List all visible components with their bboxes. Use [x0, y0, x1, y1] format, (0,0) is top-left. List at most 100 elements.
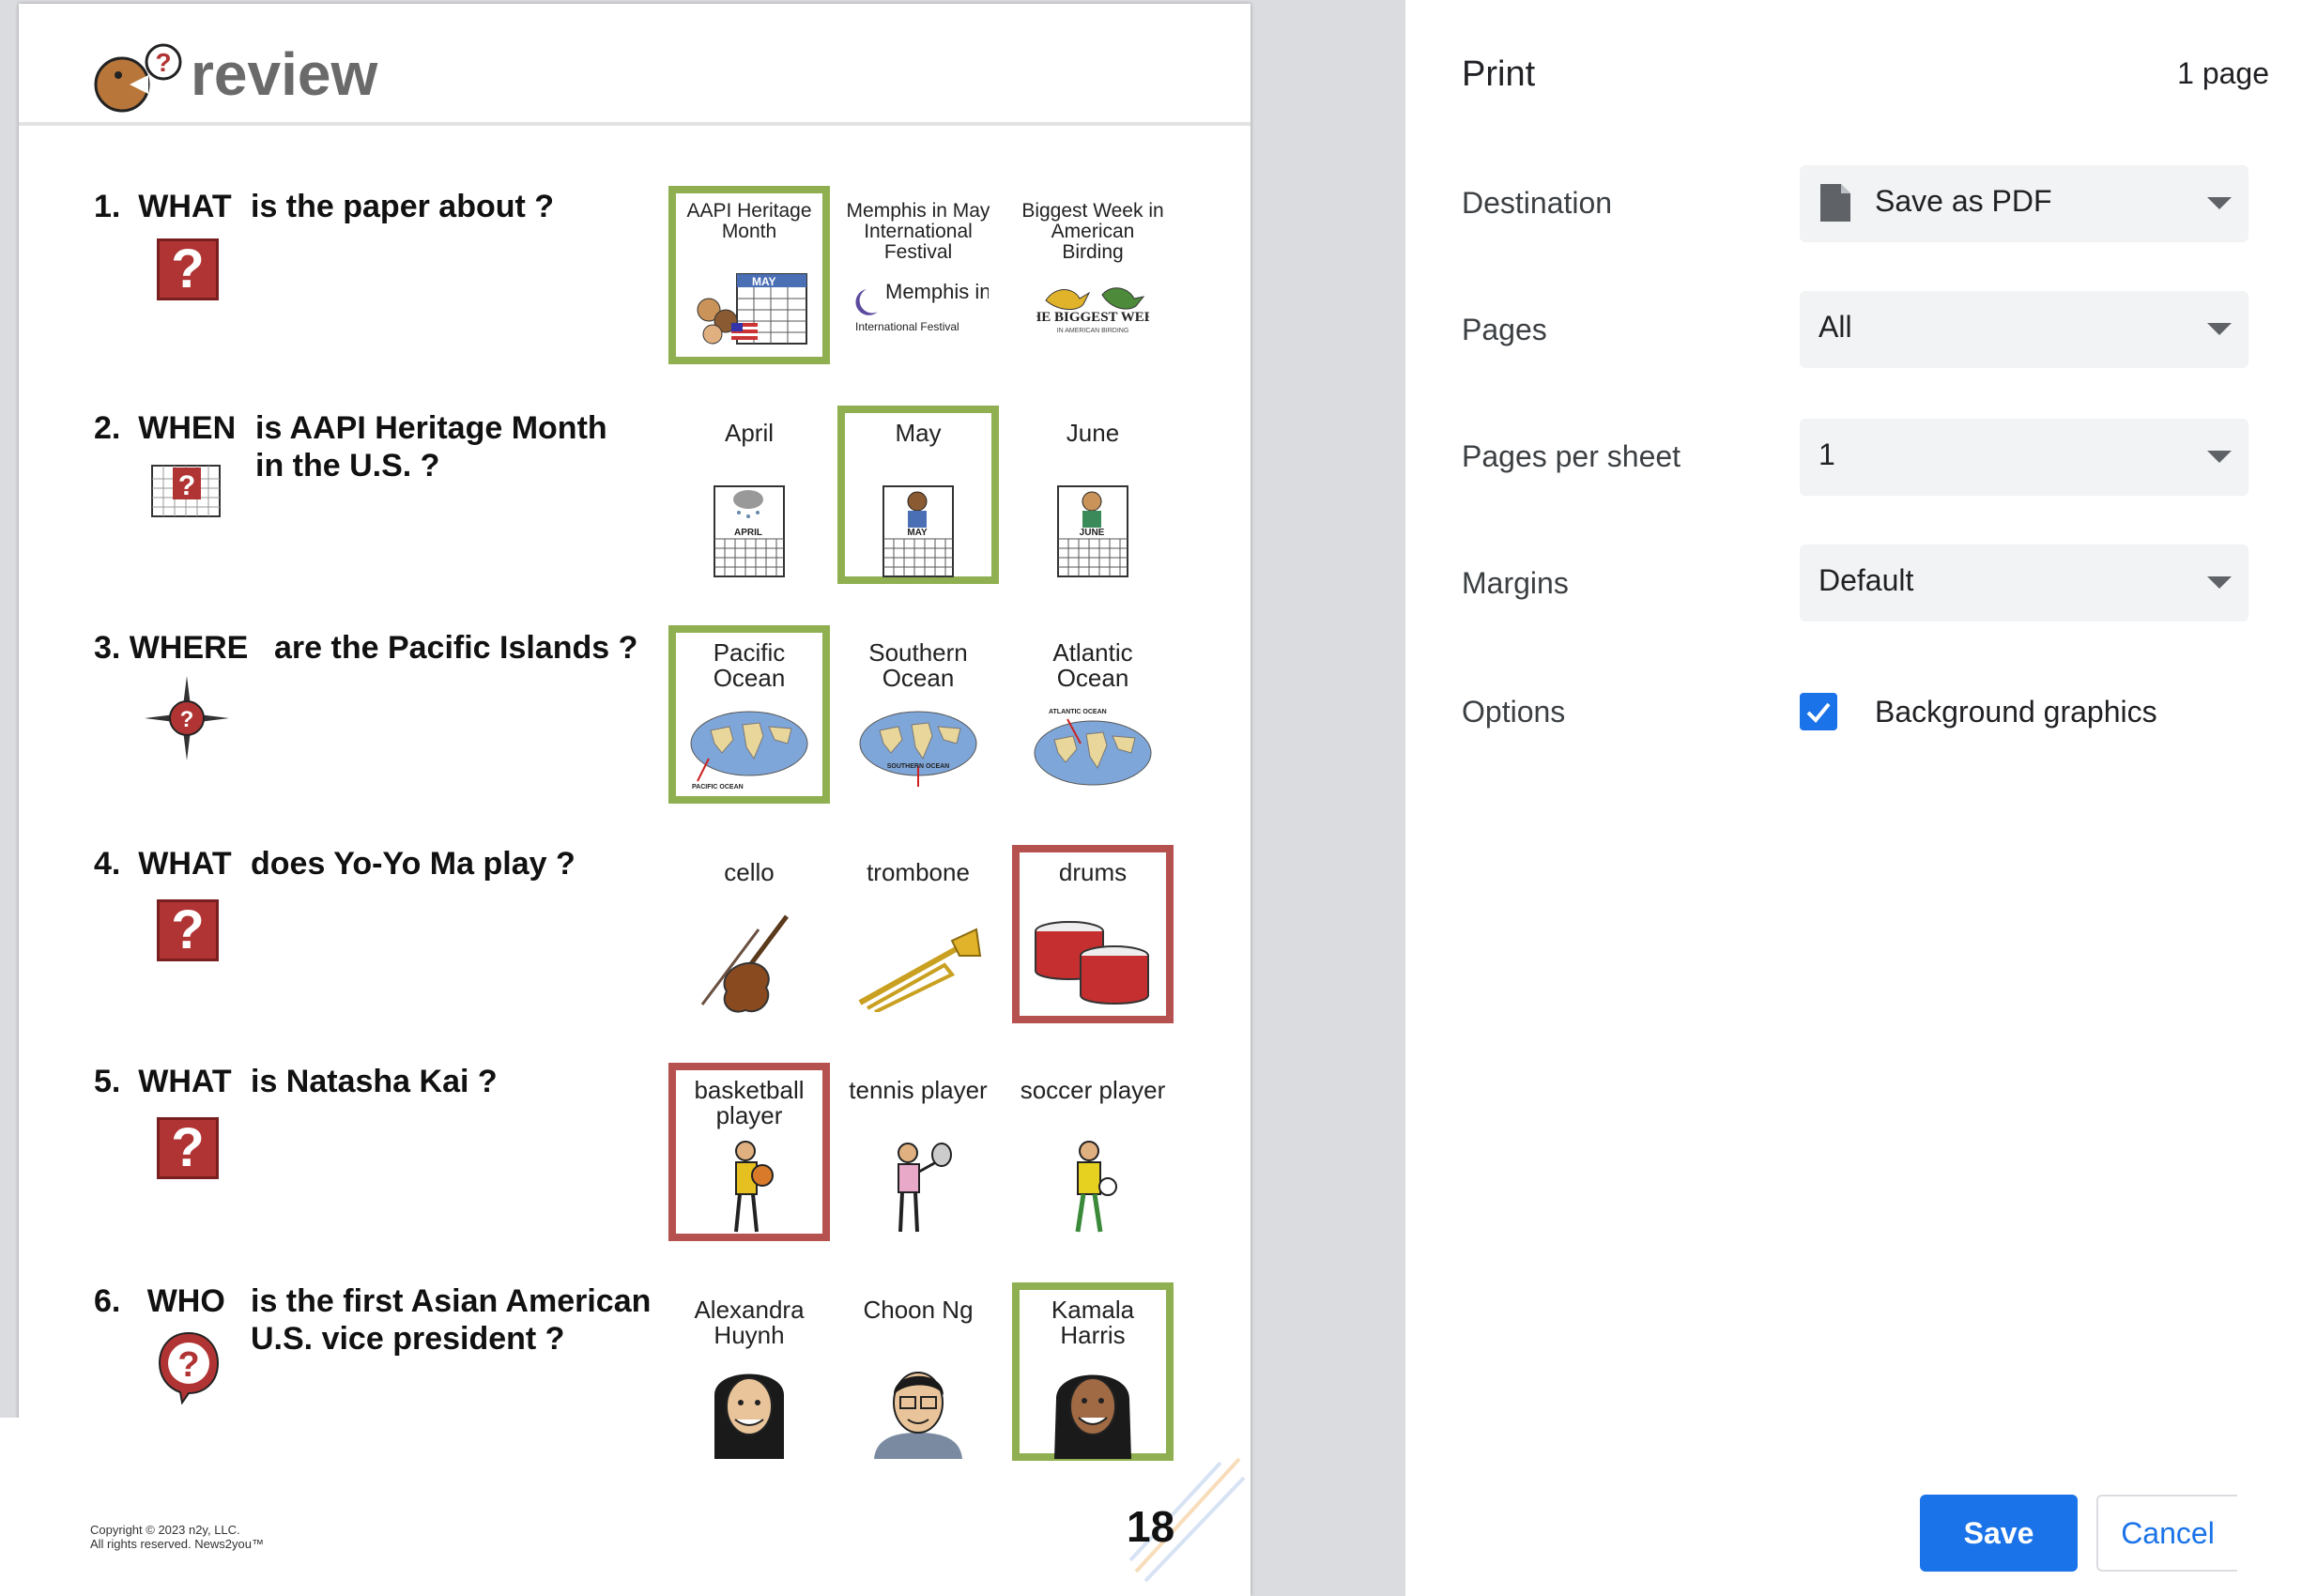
- svg-text:?: ?: [180, 707, 194, 732]
- print-preview-area: ? review 1. WHAT is the paper about ? ? …: [0, 0, 1405, 1596]
- question-1-word: 1. WHAT: [94, 189, 232, 224]
- world-map-southern-icon: SOUTHERN OCEAN: [859, 711, 977, 787]
- option-biggest-week: Biggest Week in American Birding THE BIG…: [1012, 186, 1174, 364]
- options-label: Options: [1462, 695, 1566, 729]
- svg-text:MAY: MAY: [907, 528, 928, 538]
- copyright-notice: Copyright © 2023 n2y, LLC. All rights re…: [90, 1523, 264, 1551]
- file-icon: [1820, 184, 1850, 222]
- calendar-may-icon: MAY: [882, 485, 954, 577]
- kamala-harris-portrait: [1054, 1374, 1131, 1459]
- dropdown-caret-icon: [2207, 323, 2232, 335]
- checkmark-icon: [1806, 702, 1831, 723]
- svg-text:MAY: MAY: [752, 275, 776, 288]
- option-aapi-heritage-month: AAPI Heritage Month MAY: [668, 186, 830, 364]
- question-3-text: are the Pacific Islands ?: [274, 630, 638, 666]
- print-settings-panel: Print 1 page Destination Save as PDF Pag…: [1405, 0, 2302, 1596]
- compass-question-icon: ?: [145, 676, 229, 760]
- question-mark-icon: ?: [157, 1117, 219, 1179]
- option-drums: drums: [1012, 845, 1174, 1023]
- question-2-word: 2. WHEN: [94, 410, 237, 446]
- svg-text:JUNE: JUNE: [1080, 528, 1105, 538]
- tennis-player-icon: [898, 1143, 952, 1233]
- calendar-april-icon: APRIL: [714, 485, 785, 577]
- calendar-heritage-icon: MAY: [697, 273, 807, 345]
- option-basketball-player: basketball player: [668, 1063, 830, 1241]
- option-choon-ng: Choon Ng: [837, 1282, 999, 1461]
- question-4-word: 4. WHAT: [94, 846, 232, 882]
- choon-ng-portrait: [874, 1372, 962, 1459]
- option-may: May MAY: [837, 406, 999, 584]
- option-southern-ocean: Southern Ocean SOUTHERN OCEAN: [837, 625, 999, 804]
- pages-per-sheet-label: Pages per sheet: [1462, 439, 1681, 473]
- memphis-logo-icon: Memphis in May International Festival: [853, 280, 989, 333]
- dropdown-caret-icon: [2207, 576, 2232, 589]
- pages-select[interactable]: All: [1800, 291, 2248, 368]
- world-map-pacific-icon: PACIFIC OCEAN: [690, 711, 808, 790]
- calendar-june-icon: JUNE: [1057, 485, 1128, 577]
- page-number: 18: [1127, 1502, 1175, 1551]
- pages-label: Pages: [1462, 313, 1547, 346]
- svg-text:PACIFIC OCEAN: PACIFIC OCEAN: [692, 784, 744, 790]
- cancel-button[interactable]: Cancel: [2096, 1495, 2237, 1572]
- option-tennis-player: tennis player: [837, 1063, 999, 1241]
- question-6-word: 6. WHO: [94, 1283, 225, 1319]
- svg-text:?: ?: [155, 48, 171, 77]
- question-mark-icon: ?: [157, 238, 219, 300]
- svg-text:?: ?: [178, 470, 195, 501]
- option-memphis-in-may: Memphis in May International Festival Me…: [837, 186, 999, 364]
- destination-select[interactable]: Save as PDF: [1800, 165, 2248, 242]
- option-atlantic-ocean: Atlantic Ocean ATLANTIC OCEAN: [1012, 625, 1174, 804]
- worksheet-page: ? review 1. WHAT is the paper about ? ? …: [19, 4, 1251, 1596]
- svg-text:IN AMERICAN BIRDING: IN AMERICAN BIRDING: [1057, 328, 1129, 334]
- page-count: 1 page: [2177, 56, 2269, 90]
- margins-select[interactable]: Default: [1800, 545, 2248, 622]
- destination-value: Save as PDF: [1875, 184, 2052, 218]
- svg-text:International Festival: International Festival: [855, 320, 959, 333]
- speech-face-icon: ?: [94, 43, 182, 113]
- birding-logo-icon: THE BIGGEST WEEK IN AMERICAN BIRDING: [1036, 287, 1149, 334]
- option-soccer-player: soccer player: [1012, 1063, 1174, 1241]
- background-graphics-checkbox[interactable]: [1800, 693, 1837, 730]
- svg-text:?: ?: [177, 1345, 199, 1385]
- svg-text:ATLANTIC OCEAN: ATLANTIC OCEAN: [1049, 709, 1107, 715]
- svg-text:APRIL: APRIL: [734, 528, 762, 538]
- trombone-icon: [858, 928, 982, 1012]
- calendar-question-icon: ?: [151, 465, 221, 517]
- preview-edge: [0, 1418, 19, 1596]
- soccer-player-icon: [1075, 1141, 1117, 1233]
- question-1-text: is the paper about ?: [251, 189, 555, 224]
- option-june: June JUNE: [1012, 406, 1174, 584]
- svg-text:THE BIGGEST WEEK: THE BIGGEST WEEK: [1036, 310, 1149, 325]
- option-alexandra-huynh: Alexandra Huynh: [668, 1282, 830, 1461]
- basketball-player-icon: [734, 1141, 774, 1233]
- svg-text:Memphis in May: Memphis in May: [885, 280, 989, 303]
- worksheet-title: review: [191, 40, 378, 108]
- svg-text:SOUTHERN OCEAN: SOUTHERN OCEAN: [887, 763, 950, 770]
- option-cello: cello: [668, 845, 830, 1023]
- worksheet-header: ? review: [19, 4, 1251, 126]
- pages-value: All: [1819, 310, 1852, 344]
- pages-per-sheet-select[interactable]: 1: [1800, 419, 2248, 496]
- alexandra-huynh-portrait: [714, 1373, 784, 1459]
- speech-question-icon: ?: [158, 1331, 220, 1404]
- question-5-text: is Natasha Kai ?: [251, 1064, 498, 1099]
- world-map-atlantic-icon: ATLANTIC OCEAN: [1034, 709, 1152, 786]
- option-kamala-harris: Kamala Harris: [1012, 1282, 1174, 1461]
- dropdown-caret-icon: [2207, 197, 2232, 209]
- question-5-word: 5. WHAT: [94, 1064, 232, 1099]
- save-button[interactable]: Save: [1920, 1495, 2078, 1572]
- question-2-text: is AAPI Heritage Month in the U.S. ?: [255, 410, 607, 483]
- question-mark-icon: ?: [157, 899, 219, 961]
- cello-icon: [700, 914, 789, 1013]
- margins-label: Margins: [1462, 566, 1569, 600]
- dropdown-caret-icon: [2207, 451, 2232, 463]
- print-title: Print: [1462, 54, 1536, 94]
- option-april: April APRIL: [668, 406, 830, 584]
- destination-label: Destination: [1462, 186, 1613, 220]
- background-graphics-label[interactable]: Background graphics: [1875, 695, 2157, 729]
- question-4-text: does Yo-Yo Ma play ?: [251, 846, 576, 882]
- margins-value: Default: [1819, 563, 1914, 597]
- option-trombone: trombone: [837, 845, 999, 1023]
- question-6-text: is the first Asian American U.S. vice pr…: [251, 1283, 652, 1357]
- option-pacific-ocean: Pacific Ocean PACIFIC OCEAN: [668, 625, 830, 804]
